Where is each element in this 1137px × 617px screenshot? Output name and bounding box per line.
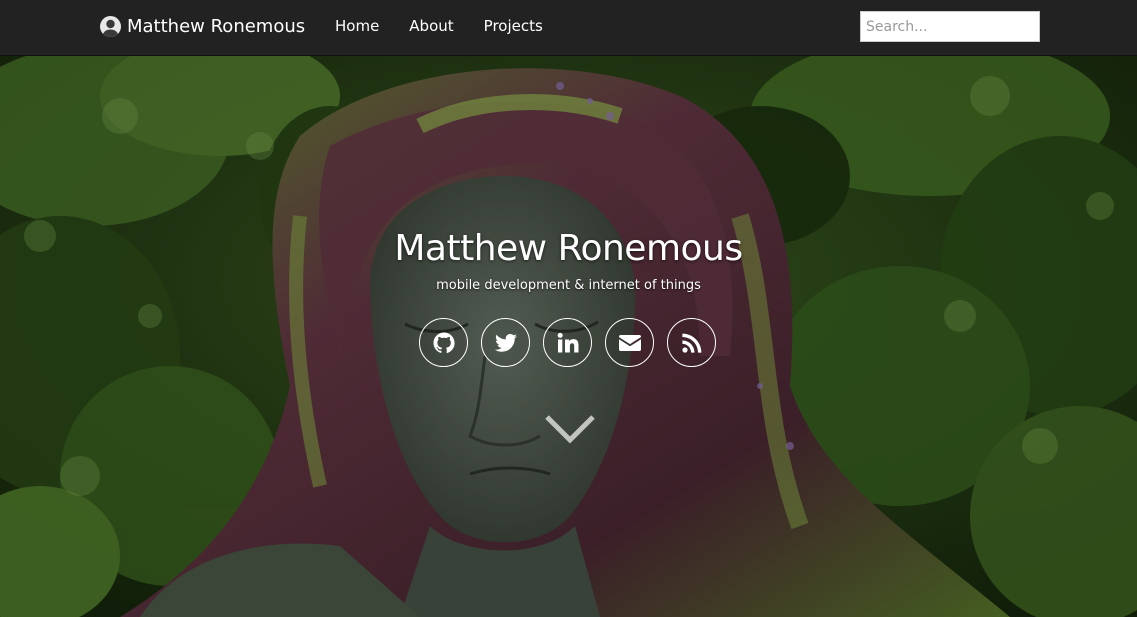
hero-section: Matthew Ronemous mobile development & in… bbox=[0, 56, 1137, 617]
nav-about-link[interactable]: About bbox=[394, 16, 468, 36]
nav-home-link[interactable]: Home bbox=[320, 16, 394, 36]
hero-title: Matthew Ronemous bbox=[394, 228, 743, 269]
search-input[interactable] bbox=[860, 11, 1040, 42]
nav-links: Home About Projects bbox=[320, 16, 558, 36]
linkedin-icon bbox=[557, 332, 578, 352]
twitter-link[interactable] bbox=[481, 318, 530, 367]
envelope-icon bbox=[618, 334, 641, 351]
chevron-down-icon[interactable] bbox=[544, 414, 596, 444]
social-links bbox=[419, 318, 716, 367]
rss-link[interactable] bbox=[667, 318, 716, 367]
github-icon bbox=[433, 332, 455, 353]
brand-name: Matthew Ronemous bbox=[127, 15, 306, 37]
top-navbar: Matthew Ronemous Home About Projects bbox=[0, 0, 1137, 56]
hero-subtitle: mobile development & internet of things bbox=[436, 278, 701, 293]
email-link[interactable] bbox=[605, 318, 654, 367]
rss-icon bbox=[681, 333, 701, 353]
brand-link[interactable]: Matthew Ronemous bbox=[100, 14, 305, 38]
nav-projects-link[interactable]: Projects bbox=[469, 16, 558, 36]
twitter-icon bbox=[494, 333, 517, 352]
github-link[interactable] bbox=[419, 318, 468, 367]
avatar-icon bbox=[100, 15, 121, 37]
linkedin-link[interactable] bbox=[543, 318, 592, 367]
